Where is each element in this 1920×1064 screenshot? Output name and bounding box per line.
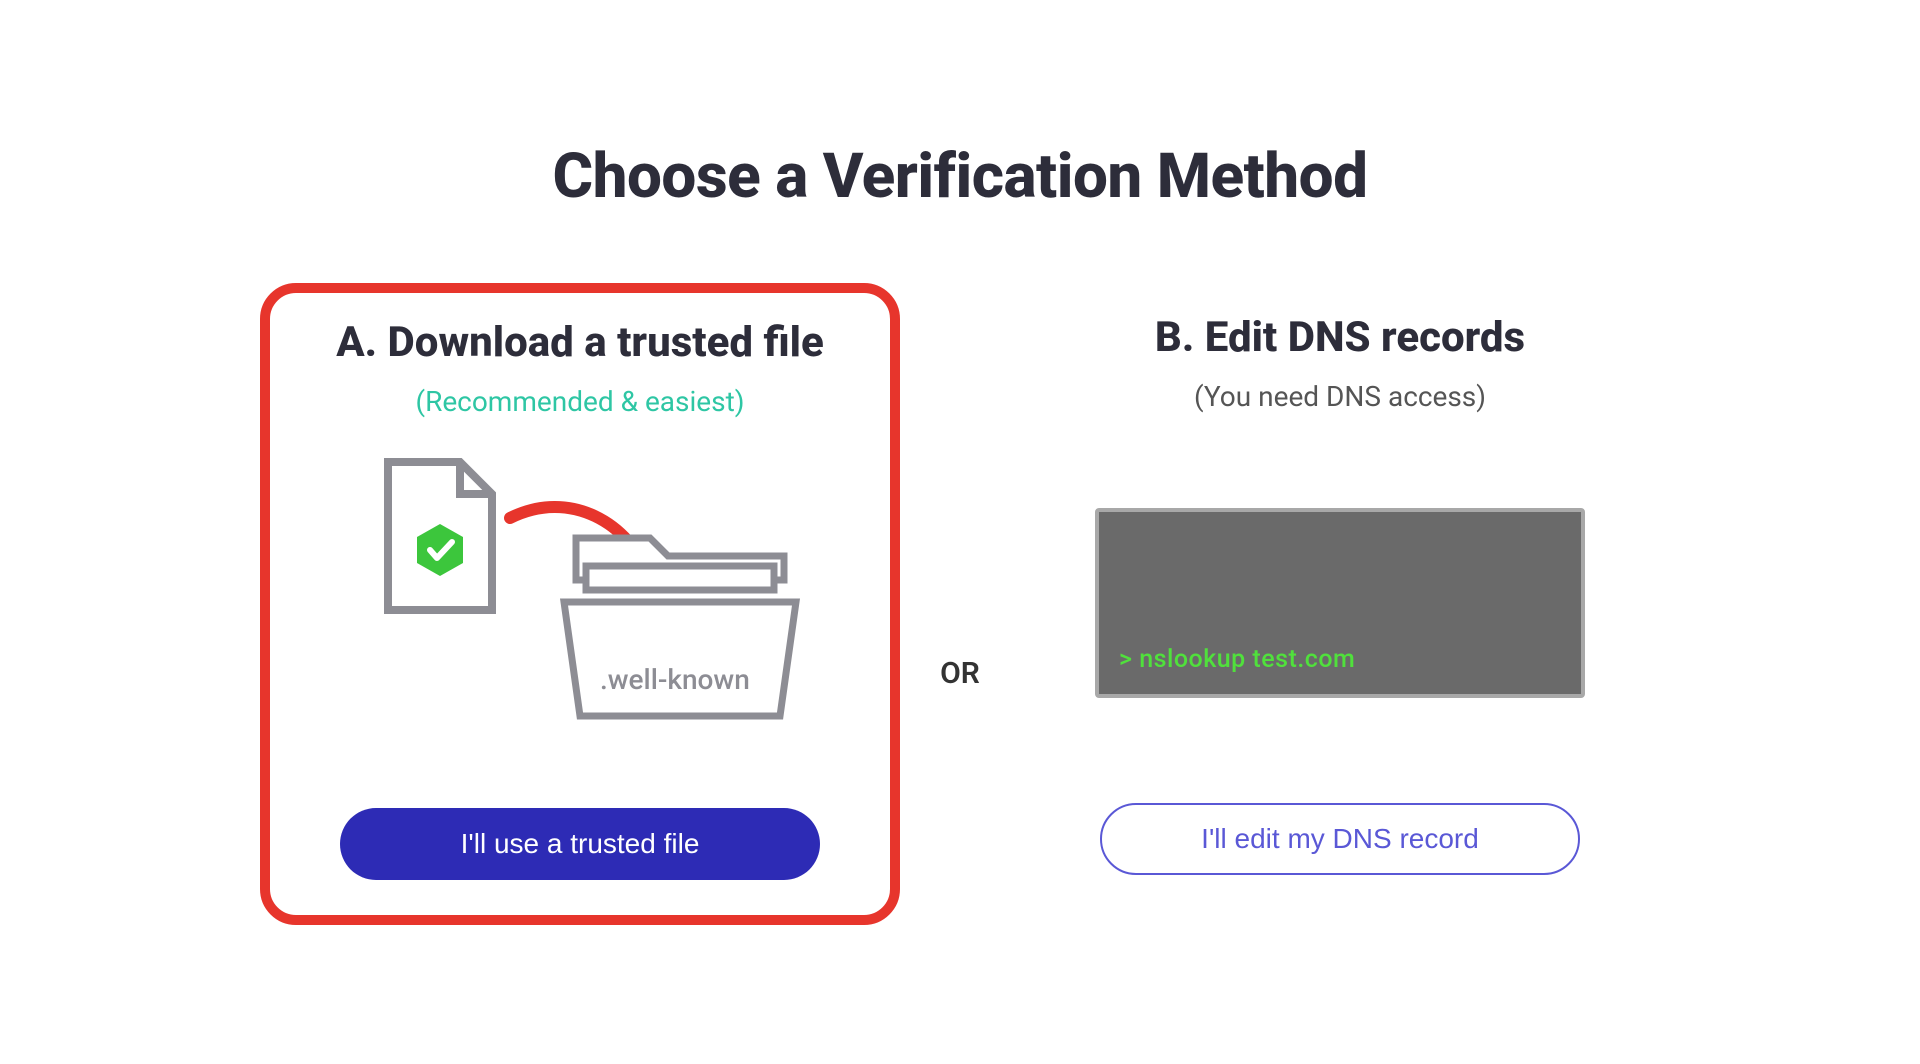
options-row: A. Download a trusted file (Recommended … [200, 283, 1720, 925]
trusted-file-icon [380, 458, 500, 622]
terminal-icon: > nslookup test.com [1095, 508, 1585, 698]
option-b-subtitle: (You need DNS access) [1194, 380, 1486, 413]
option-b-card: B. Edit DNS records (You need DNS access… [1020, 283, 1660, 925]
use-trusted-file-button[interactable]: I'll use a trusted file [340, 808, 820, 880]
folder-icon [560, 508, 800, 732]
terminal-command: > nslookup test.com [1119, 645, 1561, 674]
page-title: Choose a Verification Method [200, 140, 1720, 213]
folder-label: .well-known [600, 663, 750, 696]
option-a-heading: A. Download a trusted file [336, 318, 824, 367]
option-a-illustration: .well-known [305, 458, 855, 758]
option-a-subtitle: (Recommended & easiest) [415, 385, 744, 418]
separator-or: OR [900, 656, 1020, 691]
option-a-card: A. Download a trusted file (Recommended … [260, 283, 900, 925]
option-b-illustration: > nslookup test.com [1060, 453, 1620, 753]
edit-dns-record-button[interactable]: I'll edit my DNS record [1100, 803, 1580, 875]
option-b-heading: B. Edit DNS records [1155, 313, 1525, 362]
